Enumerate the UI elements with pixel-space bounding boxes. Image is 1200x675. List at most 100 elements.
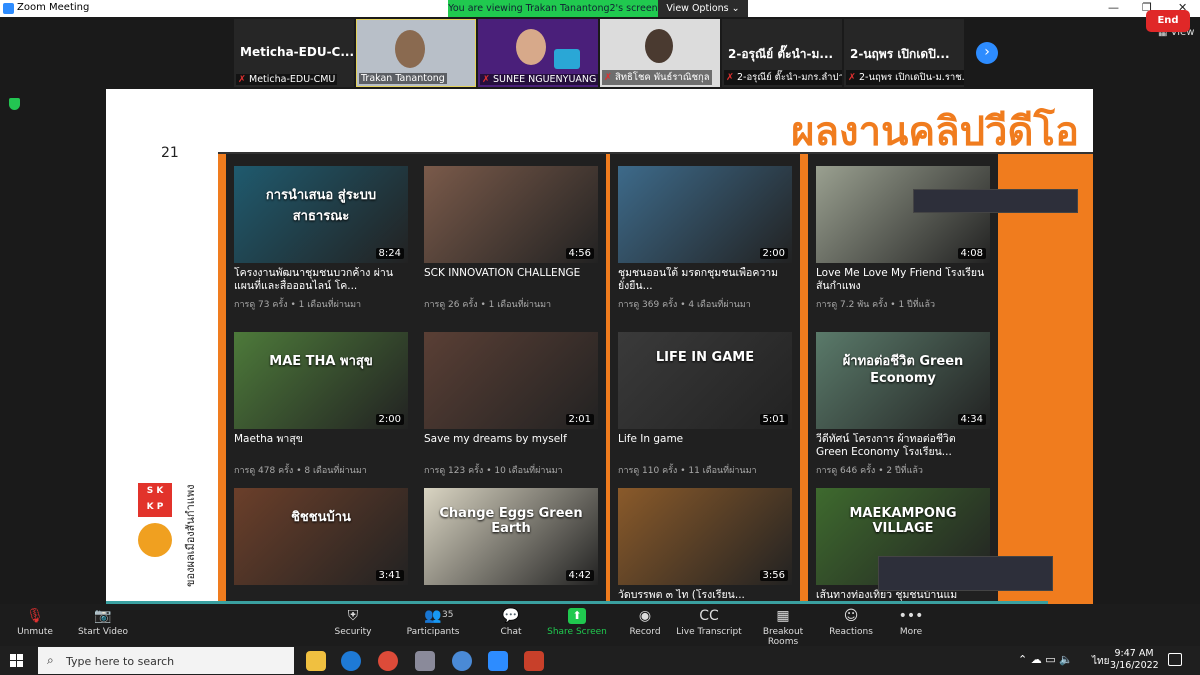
unmute-button[interactable]: 🎙 Unmute (0, 608, 70, 637)
share-screen-button[interactable]: ⬆ Share Screen (542, 608, 612, 637)
video-thumbnail[interactable]: 2:00 (618, 166, 792, 263)
toolbar-label: Participants (406, 627, 460, 637)
video-thumbnail[interactable]: การนำเสนอ สู่ระบบสาธารณะ 8:24 (234, 166, 408, 263)
video-duration: 3:41 (375, 570, 404, 581)
participant-count: 35 (442, 610, 454, 620)
video-title[interactable]: ชุมชนออนใต้ มรดกชุมชนเพื่อความยั่งยืน... (618, 267, 792, 293)
video-duration: 4:34 (957, 414, 986, 425)
encryption-shield-icon (9, 98, 20, 110)
video-title[interactable]: Maetha พาสุข (234, 433, 408, 459)
redaction-box (878, 556, 1053, 591)
windows-start-icon[interactable] (10, 654, 24, 668)
chevron-right-icon[interactable]: › (976, 42, 998, 64)
cc-icon: CC (699, 608, 719, 624)
participant-tile[interactable]: 2-อรุณีย์ ตั๊ะนำ-ม... ✗ 2-อรุณีย์ ตั๊ะนำ… (722, 19, 842, 87)
video-thumbnail[interactable]: 2:01 (424, 332, 598, 429)
share-banner: You are viewing Trakan Tanantong2's scre… (448, 0, 658, 17)
video-card[interactable]: 4:56 SCK INNOVATION CHALLENGE การดู 26 ครั… (424, 166, 598, 311)
thumbnail-text: ชิชชนบ้าน (291, 510, 351, 525)
participant-label: ✗ Meticha-EDU-CMU (236, 74, 338, 85)
video-title[interactable]: โครงงานพัฒนาชุมชนบวกค้าง ผ่านแผนที่และสื… (234, 267, 408, 293)
end-button[interactable]: End (1146, 10, 1190, 32)
zoom-app-icon (3, 3, 14, 14)
video-thumbnail[interactable]: MAE THA พาสุข 2:00 (234, 332, 408, 429)
file-explorer-icon[interactable] (306, 651, 326, 671)
window-title: Zoom Meeting (17, 2, 90, 13)
chat-button[interactable]: 💬 Chat (476, 608, 546, 637)
video-title[interactable]: Save my dreams by myself (424, 433, 598, 459)
video-thumbnail[interactable]: 3:56 (618, 488, 792, 585)
tray-icons[interactable]: ⌃ ☁ ▭ 🔈 (1018, 653, 1073, 666)
record-icon: ◉ (638, 608, 652, 624)
participants-button[interactable]: 👥 Participants 35 (398, 608, 468, 637)
zoom-taskbar-icon[interactable] (488, 651, 508, 671)
app-icon[interactable] (415, 651, 435, 671)
mic-muted-icon: ✗ (848, 72, 856, 83)
video-card[interactable]: 2:00 ชุมชนออนใต้ มรดกชุมชนเพื่อความยั่งยื… (618, 166, 792, 311)
video-title[interactable]: วีดีทัศน์ โครงการ ผ้าทอต่อชีวิต Green Ec… (816, 433, 990, 459)
video-duration: 8:24 (375, 248, 404, 259)
video-title[interactable]: Life In game (618, 433, 792, 459)
taskbar-search[interactable]: ⌕ Type here to search (38, 647, 294, 674)
meeting-toolbar: 🎙 Unmute 📷 Start Video ⛨ Security 👥 Participant… (0, 604, 1200, 647)
video-duration: 4:56 (565, 248, 594, 259)
video-thumbnail[interactable]: Change Eggs Green Earth 4:42 (424, 488, 598, 585)
participant-video (645, 29, 673, 63)
thumbnail-text: Change Eggs Green Earth (439, 506, 583, 536)
start-video-button[interactable]: 📷 Start Video (68, 608, 138, 637)
participant-name-large: 2-อรุณีย์ ตั๊ะนำ-ม... (728, 47, 834, 61)
video-meta: การดู 646 ครั้ง • 2 ปีที่แล้ว (816, 466, 923, 476)
globe-app-icon[interactable] (452, 651, 472, 671)
view-options-button[interactable]: View Options ⌄ (658, 0, 748, 17)
video-thumbnail[interactable]: ชิชชนบ้าน 3:41 (234, 488, 408, 585)
slide-number: 21 (161, 145, 179, 161)
video-card[interactable]: 3:56 วัดบรรพต ๓ ไท (โรงเรียน... (618, 488, 792, 604)
video-thumbnail[interactable]: 4:08 (816, 166, 990, 263)
video-card[interactable]: 2:01 Save my dreams by myself การดู 123 คร… (424, 332, 598, 477)
security-button[interactable]: ⛨ Security (318, 608, 388, 637)
video-thumbnail[interactable]: 4:56 (424, 166, 598, 263)
video-thumbnail[interactable]: ผ้าทอต่อชีวิต Green Economy 4:34 (816, 332, 990, 429)
notification-icon[interactable] (1168, 653, 1182, 666)
share-screen-icon: ⬆ (568, 608, 586, 624)
participant-tile[interactable]: ✗ สิทธิโชค พันธ์ราณิชกุล (600, 19, 720, 87)
minimize-icon[interactable]: — (1108, 1, 1119, 14)
breakout-rooms-button[interactable]: ▦ Breakout Rooms (748, 608, 818, 647)
video-card[interactable]: 4:08 Love Me Love My Friend โรงเรียนสันกำ… (816, 166, 990, 311)
school-logos: S KK P ของผลเมืองสันกำแพง (136, 469, 206, 599)
edge-icon[interactable] (341, 651, 361, 671)
video-title[interactable]: SCK INNOVATION CHALLENGE (424, 267, 598, 293)
language-indicator[interactable]: ไทย (1092, 654, 1109, 669)
chat-icon: 💬 (502, 608, 520, 624)
search-input[interactable]: Type here to search (66, 655, 174, 668)
video-meta: การดู 26 ครั้ง • 1 เดือนที่ผ่านมา (424, 300, 552, 310)
more-button[interactable]: ••• More (876, 608, 946, 637)
toolbar-label: Live Transcript (676, 627, 742, 637)
video-title[interactable]: Love Me Love My Friend โรงเรียนสันกำแพง (816, 267, 990, 293)
toolbar-label: Unmute (17, 627, 53, 637)
powerpoint-icon[interactable] (524, 651, 544, 671)
clock[interactable]: 9:47 AM 3/16/2022 (1110, 648, 1159, 672)
thumbnail-text: LIFE IN GAME (655, 350, 755, 365)
video-thumbnail[interactable]: LIFE IN GAME 5:01 (618, 332, 792, 429)
record-button[interactable]: ◉ Record (610, 608, 680, 637)
toolbar-label: Chat (500, 627, 522, 637)
video-grid: การนำเสนอ สู่ระบบสาธารณะ 8:24 โครงงานพัฒนา… (218, 154, 1093, 604)
video-card[interactable]: การนำเสนอ สู่ระบบสาธารณะ 8:24 โครงงานพัฒนา… (234, 166, 408, 311)
chrome-icon[interactable] (378, 651, 398, 671)
participant-tile[interactable]: 2-นฤพร เปิกเดปิ... ✗ 2-นฤพร เปิกเดปิน-ม.… (844, 19, 964, 87)
video-column: 4:56 SCK INNOVATION CHALLENGE การดู 26 ครั… (416, 154, 606, 604)
participant-tile[interactable]: ✗ SUNEE NGUENYUANG (478, 19, 598, 87)
participant-tile[interactable]: Trakan Tanantong (356, 19, 476, 87)
video-duration: 3:56 (759, 570, 788, 581)
video-card[interactable]: MAE THA พาสุข 2:00 Maetha พาสุข การดู 478 ค… (234, 332, 408, 477)
video-card[interactable]: Change Eggs Green Earth 4:42 (424, 488, 598, 585)
thumbnail-text: MAE THA พาสุข (269, 354, 373, 369)
participant-tile[interactable]: Meticha-EDU-C... ✗ Meticha-EDU-CMU (234, 19, 354, 87)
video-card[interactable]: LIFE IN GAME 5:01 Life In game การดู 110 คร… (618, 332, 792, 477)
live-transcript-button[interactable]: CC Live Transcript (674, 608, 744, 637)
video-card[interactable]: ชิชชนบ้าน 3:41 (234, 488, 408, 585)
video-column: 2:00 ชุมชนออนใต้ มรดกชุมชนเพื่อความยั่งยื… (610, 154, 800, 604)
video-meta: การดู 369 ครั้ง • 4 เดือนที่ผ่านมา (618, 300, 751, 310)
video-card[interactable]: ผ้าทอต่อชีวิต Green Economy 4:34 วีดีทัศน์… (816, 332, 990, 477)
